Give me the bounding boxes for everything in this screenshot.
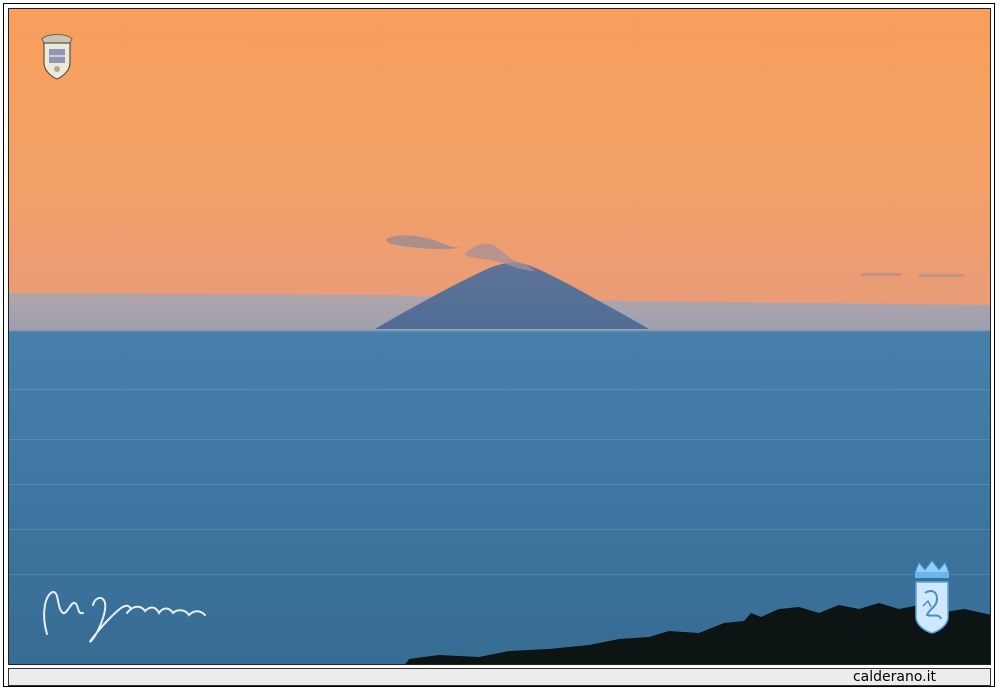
thin-cloud <box>861 273 901 276</box>
horizon-line <box>9 330 990 332</box>
footer-bar: calderano.it <box>8 668 991 686</box>
landscape-photo <box>8 8 991 665</box>
thin-cloud <box>919 274 964 277</box>
site-label: calderano.it <box>852 669 936 685</box>
crest-emblem-icon <box>914 560 950 634</box>
